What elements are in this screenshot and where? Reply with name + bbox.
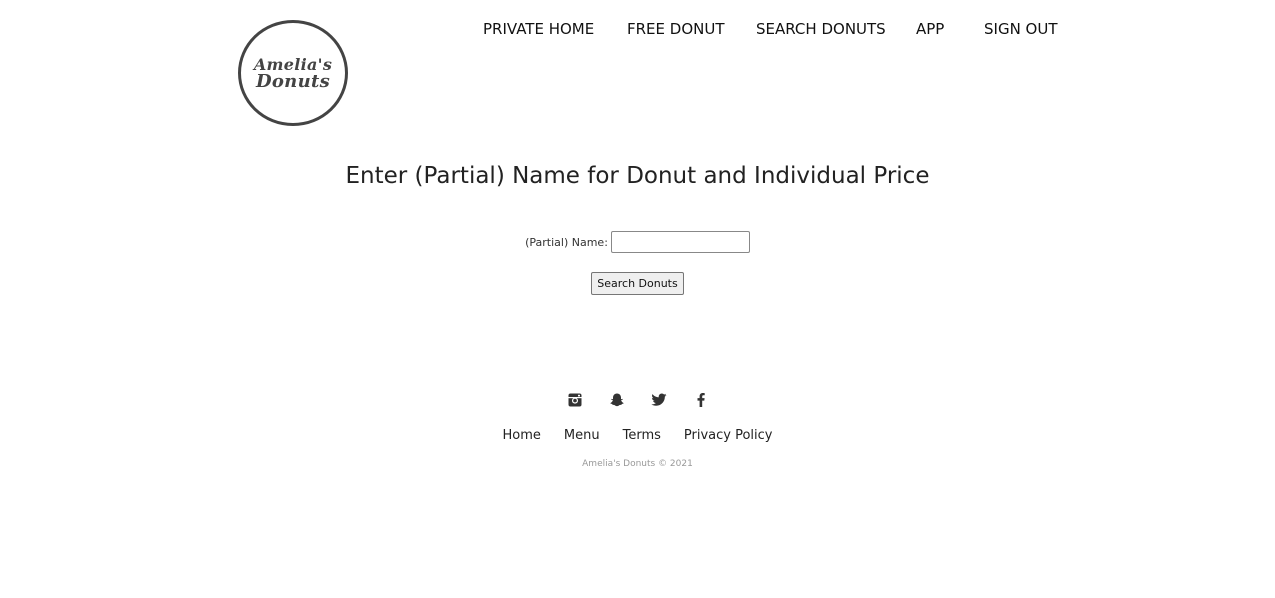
social-links — [0, 390, 1275, 410]
footer-link-home[interactable]: Home — [503, 427, 541, 445]
search-button-row: Search Donuts — [0, 272, 1275, 295]
page-title: Enter (Partial) Name for Donut and Indiv… — [345, 163, 930, 189]
footer-links: Home Menu Terms Privacy Policy — [0, 427, 1275, 445]
copyright-text: Amelia's Donuts © 2021 — [582, 459, 693, 469]
twitter-icon[interactable] — [650, 390, 667, 410]
nav-sign-out[interactable]: SIGN OUT — [984, 19, 1058, 39]
nav-app[interactable]: APP — [916, 19, 984, 39]
partial-name-input[interactable] — [610, 231, 750, 253]
amelias-donuts-logo[interactable]: Amelia's Donuts — [238, 20, 348, 126]
name-search-form: (Partial) Name: — [0, 231, 1275, 253]
nav-private-home[interactable]: PRIVATE HOME — [483, 19, 627, 39]
nav-search-donuts[interactable]: SEARCH DONUTS — [756, 19, 916, 39]
footer-link-privacy-policy[interactable]: Privacy Policy — [684, 427, 773, 445]
logo-line2: Donuts — [255, 71, 331, 92]
main-nav: PRIVATE HOME FREE DONUT SEARCH DONUTS AP… — [483, 19, 1058, 39]
partial-name-label: (Partial) Name: — [525, 235, 608, 249]
footer-link-menu[interactable]: Menu — [564, 427, 600, 445]
instagram-icon[interactable] — [567, 390, 583, 410]
nav-free-donut[interactable]: FREE DONUT — [627, 19, 756, 39]
snapchat-icon[interactable] — [609, 390, 625, 410]
footer-link-terms[interactable]: Terms — [623, 427, 661, 445]
search-donuts-button[interactable]: Search Donuts — [591, 272, 684, 295]
facebook-icon[interactable] — [693, 390, 709, 410]
page: Amelia's Donuts PRIVATE HOME FREE DONUT … — [0, 0, 1275, 598]
